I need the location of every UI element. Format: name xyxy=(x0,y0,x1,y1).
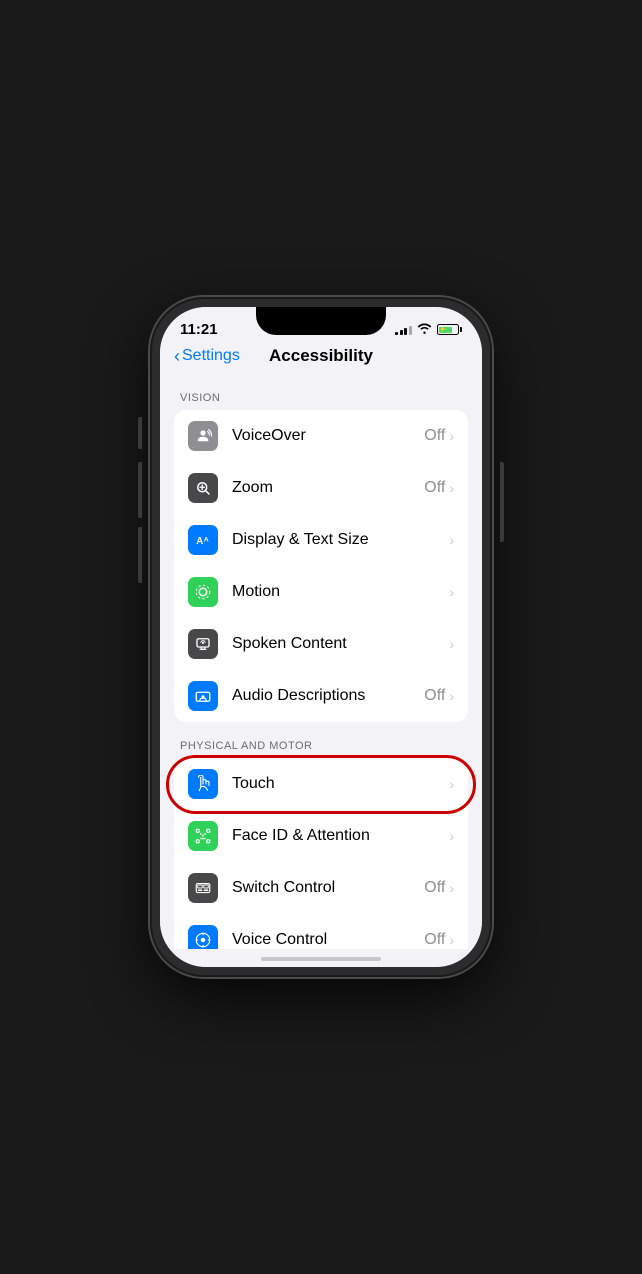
zoom-chevron: › xyxy=(449,480,454,496)
signal-icon xyxy=(395,324,412,335)
scroll-content[interactable]: VISION VoiceOver Off xyxy=(160,374,482,949)
wifi-icon xyxy=(417,322,432,337)
face-id-icon xyxy=(188,821,218,851)
physical-motor-group: Touch › xyxy=(174,758,468,949)
spoken-content-chevron: › xyxy=(449,636,454,652)
face-id-chevron: › xyxy=(449,828,454,844)
audio-descriptions-icon xyxy=(188,681,218,711)
voice-control-icon xyxy=(188,925,218,949)
motion-row[interactable]: Motion › xyxy=(174,566,468,618)
voice-control-row[interactable]: Voice Control Off › xyxy=(174,914,468,949)
audio-descriptions-label: Audio Descriptions xyxy=(232,687,424,705)
silent-button[interactable] xyxy=(138,417,142,449)
touch-row-container: Touch › xyxy=(174,758,468,810)
home-bar xyxy=(261,957,381,961)
svg-text:A: A xyxy=(204,537,209,544)
status-icons: ⚡ xyxy=(395,322,462,337)
voiceover-row[interactable]: VoiceOver Off › xyxy=(174,410,468,462)
home-indicator xyxy=(160,949,482,967)
voiceover-icon xyxy=(188,421,218,451)
audio-descriptions-chevron: › xyxy=(449,688,454,704)
spoken-content-label: Spoken Content xyxy=(232,635,449,653)
voice-control-value: Off xyxy=(424,931,445,949)
switch-control-icon xyxy=(188,873,218,903)
volume-down-button[interactable] xyxy=(138,527,142,583)
voiceover-value: Off xyxy=(424,427,445,445)
touch-icon xyxy=(188,769,218,799)
vision-section-header: VISION xyxy=(160,374,482,410)
touch-label: Touch xyxy=(232,775,449,793)
switch-control-chevron: › xyxy=(449,880,454,896)
switch-control-row[interactable]: Switch Control Off › xyxy=(174,862,468,914)
zoom-row[interactable]: Zoom Off › xyxy=(174,462,468,514)
volume-up-button[interactable] xyxy=(138,462,142,518)
battery-icon: ⚡ xyxy=(437,324,462,335)
phone-frame: 11:21 xyxy=(150,297,492,977)
motion-icon xyxy=(188,577,218,607)
physical-motor-section-header: PHYSICAL AND MOTOR xyxy=(160,722,482,758)
screen-content: 11:21 xyxy=(160,307,482,967)
motion-label: Motion xyxy=(232,583,449,601)
zoom-value: Off xyxy=(424,479,445,497)
spoken-content-icon xyxy=(188,629,218,659)
phone-screen: 11:21 xyxy=(160,307,482,967)
zoom-label: Zoom xyxy=(232,479,424,497)
display-text-size-icon: A A xyxy=(188,525,218,555)
motion-chevron: › xyxy=(449,584,454,600)
face-id-row[interactable]: Face ID & Attention › xyxy=(174,810,468,862)
switch-control-label: Switch Control xyxy=(232,879,424,897)
vision-group: VoiceOver Off › xyxy=(174,410,468,722)
back-chevron-icon: ‹ xyxy=(174,346,180,367)
voiceover-chevron: › xyxy=(449,428,454,444)
switch-control-value: Off xyxy=(424,879,445,897)
touch-row[interactable]: Touch › xyxy=(174,758,468,810)
audio-descriptions-row[interactable]: Audio Descriptions Off › xyxy=(174,670,468,722)
touch-chevron: › xyxy=(449,776,454,792)
display-text-size-row[interactable]: A A Display & Text Size › xyxy=(174,514,468,566)
power-button[interactable] xyxy=(500,462,504,542)
display-text-size-chevron: › xyxy=(449,532,454,548)
svg-text:A: A xyxy=(196,536,203,547)
back-button[interactable]: ‹ Settings xyxy=(174,346,240,367)
voiceover-label: VoiceOver xyxy=(232,427,424,445)
spoken-content-row[interactable]: Spoken Content › xyxy=(174,618,468,670)
audio-descriptions-value: Off xyxy=(424,687,445,705)
face-id-label: Face ID & Attention xyxy=(232,827,449,845)
display-text-size-label: Display & Text Size xyxy=(232,531,449,549)
voice-control-label: Voice Control xyxy=(232,931,424,949)
navigation-bar: ‹ Settings Accessibility xyxy=(160,342,482,374)
zoom-icon xyxy=(188,473,218,503)
status-time: 11:21 xyxy=(180,321,218,338)
notch xyxy=(256,307,386,335)
page-title: Accessibility xyxy=(269,346,373,366)
voice-control-chevron: › xyxy=(449,932,454,948)
